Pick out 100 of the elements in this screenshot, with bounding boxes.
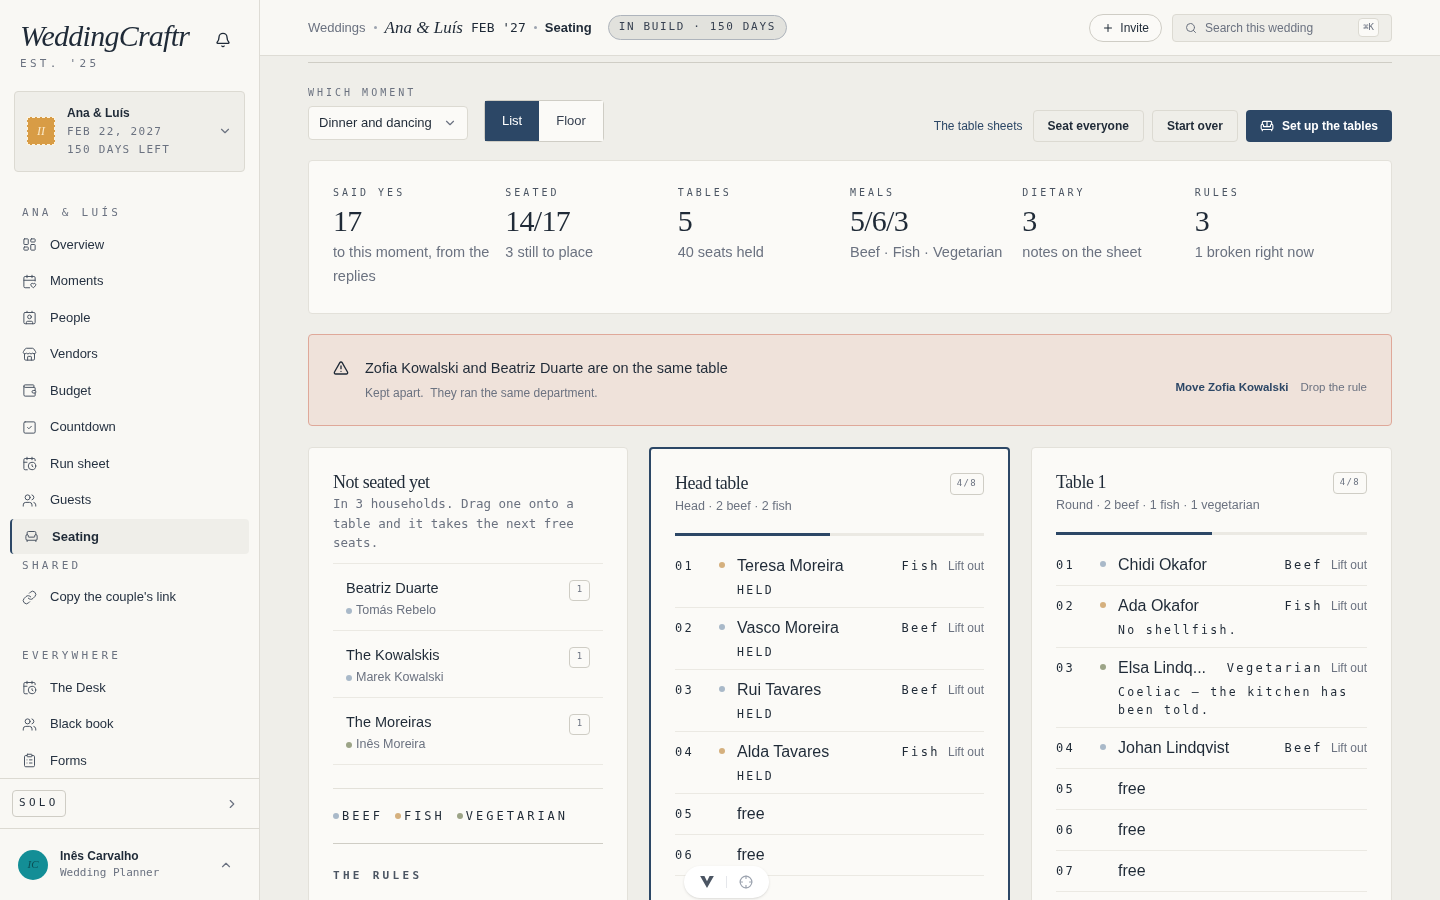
household-member: Marek Kowalski: [356, 669, 444, 687]
moment-label: WHICH MOMENT: [308, 86, 418, 100]
alert-action-link[interactable]: Move Zofia Kowalski: [1175, 379, 1289, 397]
table-name: Head table: [675, 473, 749, 493]
lift-out-link[interactable]: Lift out: [1330, 555, 1367, 574]
household-card[interactable]: The Moreiras Inês Moreira 1: [333, 697, 603, 765]
panel-hint: In 3 households. Drag one onto a table and it takes the next free seats.: [333, 495, 575, 552]
stat-value: 17: [333, 204, 363, 238]
legend-label: VEGETARIAN: [465, 807, 569, 825]
legend-label: FISH: [403, 807, 445, 825]
guest-name: Vasco Moreira: [737, 617, 840, 638]
status-badge: IN BUILD · 150 DAYS: [607, 15, 787, 40]
seat-number: 06: [675, 846, 696, 864]
toolbar-button[interactable]: Start over: [1151, 110, 1238, 142]
stat-label: TABLES: [677, 186, 733, 200]
view-toggle-tab[interactable]: List: [485, 101, 540, 141]
free-seat-label: free: [737, 844, 765, 865]
nav-item[interactable]: Budget: [10, 373, 249, 408]
lift-out-link[interactable]: Lift out: [947, 618, 984, 637]
alert-action-link[interactable]: Drop the rule: [1300, 379, 1367, 397]
table-card[interactable]: [1031, 447, 1392, 900]
nav-item[interactable]: Moments: [10, 263, 249, 299]
free-seat-label: free: [737, 803, 765, 824]
household-card[interactable]: The Kowalskis Marek Kowalski 1: [333, 630, 603, 698]
seat-number: 05: [1056, 780, 1077, 798]
household-count: 1: [569, 646, 590, 668]
seat-number: 02: [1056, 597, 1077, 615]
seat-number: 02: [675, 619, 696, 637]
target-icon[interactable]: [739, 875, 753, 889]
breadcrumb-couple[interactable]: Ana & Luís: [384, 14, 463, 41]
nav-icon: [22, 419, 37, 435]
lift-out-link[interactable]: Lift out: [1330, 738, 1367, 757]
legend-label: BEEF: [342, 807, 383, 825]
stat-note: 3 still to place: [505, 243, 595, 262]
guest-meal: Beef: [1284, 556, 1323, 574]
stat-note: 40 seats held: [677, 243, 765, 262]
nav-icon: [22, 753, 37, 768]
lift-out-link[interactable]: Lift out: [947, 742, 984, 761]
stat-label: RULES: [1194, 186, 1241, 200]
seat-number: 03: [675, 681, 696, 699]
search-field[interactable]: Search this wedding ⌘K: [1172, 13, 1392, 42]
notifications-icon[interactable]: [215, 32, 231, 48]
seat-number: 05: [675, 805, 696, 823]
nav-icon: [22, 456, 37, 471]
v-logo-icon[interactable]: [700, 876, 714, 888]
breadcrumb-link[interactable]: Weddings: [308, 17, 366, 38]
nav-section-heading: SHARED: [21, 557, 83, 574]
nav-item[interactable]: Seating: [10, 519, 249, 554]
lift-out-link[interactable]: Lift out: [1330, 596, 1367, 615]
nav-icon: [22, 589, 37, 605]
established-label: EST. '25: [20, 56, 101, 72]
nav-item[interactable]: Guests: [10, 482, 249, 518]
plus-icon: [1102, 21, 1115, 34]
nav-icon: [22, 716, 37, 732]
nav-item[interactable]: People: [10, 300, 249, 335]
invite-button[interactable]: Invite: [1089, 13, 1162, 42]
nav-item[interactable]: Black book: [10, 706, 249, 742]
nav-item[interactable]: Overview: [10, 227, 249, 262]
nav-item[interactable]: Vendors: [10, 336, 249, 372]
seat-number: 04: [1056, 739, 1077, 757]
moment-select[interactable]: Dinner and dancing: [308, 106, 468, 140]
guest-meal: Fish: [901, 743, 940, 761]
shortcut-key: ⌘K: [1358, 17, 1379, 38]
household-card[interactable]: Beatriz Duarte Tomás Rebelo 1: [333, 563, 603, 631]
household-member: Inês Moreira: [356, 736, 426, 754]
nav-icon: [22, 273, 37, 289]
search-input[interactable]: Search this wedding: [1205, 18, 1351, 37]
wedding-monogram: II: [27, 117, 55, 145]
guest-meal: Fish: [1284, 597, 1323, 615]
stat-value: 14/17: [505, 204, 571, 238]
stat-value: 3: [1194, 204, 1210, 238]
view-toggle-tab[interactable]: Floor: [539, 101, 603, 141]
lift-out-link[interactable]: Lift out: [947, 680, 984, 699]
table-sheets-link[interactable]: The table sheets: [933, 117, 1023, 135]
lift-out-link[interactable]: Lift out: [947, 556, 984, 575]
set-up-tables-button[interactable]: Set up the tables: [1245, 110, 1392, 142]
alert-detail: Kept apart. They ran the same department.: [365, 384, 599, 402]
seat-number: 06: [1056, 821, 1077, 839]
household-count: 1: [569, 713, 590, 735]
toolbar-button[interactable]: Seat everyone: [1032, 110, 1144, 142]
nav-item[interactable]: Forms: [10, 743, 249, 778]
stat-note: Beef · Fish · Vegetarian: [850, 243, 1004, 262]
stat-value: 3: [1022, 204, 1038, 238]
household-name: Beatriz Duarte: [346, 578, 439, 598]
nav-item[interactable]: The Desk: [10, 670, 249, 705]
seat-number: 03: [1056, 659, 1077, 677]
nav-item[interactable]: Copy the couple's link: [10, 579, 249, 615]
wedding-switcher[interactable]: II Ana & Luís FEB 22, 2027 150 DAYS LEFT: [14, 90, 245, 172]
nav-item[interactable]: Run sheet: [10, 446, 249, 481]
table-card[interactable]: Head table Head · 2 beef · 2 fish 4/8 01 Teresa Moreira Fish Lift out HELD 02 Vasco Moreira Beef Lift out HELD 03 Rui Tavares Beef Lift out HELD 04 Alda Tavares Fish Lift out HELD 05 free 06 free: [649, 447, 1010, 900]
nav-item[interactable]: Countdown: [10, 409, 249, 445]
user-role: Wedding Planner: [60, 865, 161, 882]
seat-note: Coeliac — the kitchen has been told.: [1118, 683, 1350, 719]
seat-note: No shellfish.: [1118, 621, 1239, 639]
nav-icon: [22, 346, 37, 362]
stat-value: 5/6/3: [850, 204, 909, 238]
lift-out-link[interactable]: Lift out: [1330, 658, 1367, 677]
stat-label: SAID YES: [333, 186, 407, 200]
guest-name: Ada Okafor: [1118, 595, 1200, 616]
table-name: Table 1: [1056, 472, 1108, 492]
